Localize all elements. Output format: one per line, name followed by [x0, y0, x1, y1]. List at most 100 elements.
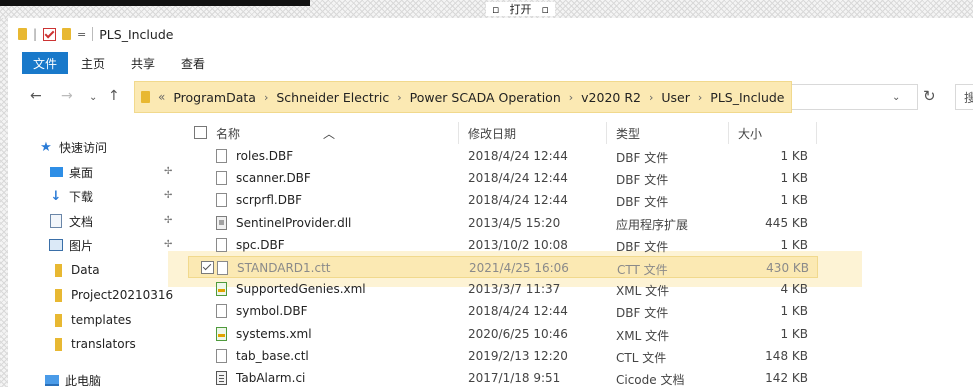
file-row[interactable]: scanner.DBF 2018/4/24 12:44 DBF 文件 1 KB — [188, 167, 818, 189]
column-header-type[interactable]: 类型 — [616, 125, 640, 142]
file-row[interactable]: roles.DBF 2018/4/24 12:44 DBF 文件 1 KB — [188, 145, 818, 167]
column-divider[interactable] — [458, 122, 459, 144]
tab-home[interactable]: 主页 — [68, 52, 118, 74]
tab-share[interactable]: 共享 — [118, 52, 168, 74]
chevron-right-icon[interactable]: › — [649, 91, 653, 104]
file-icon — [216, 193, 227, 208]
ribbon-tabs: 文件 主页 共享 查看 — [8, 52, 973, 74]
tab-file[interactable]: 文件 — [22, 52, 69, 74]
file-row[interactable]: symbol.DBF 2018/4/24 12:44 DBF 文件 1 KB — [188, 300, 818, 322]
file-date: 2018/4/24 12:44 — [468, 304, 568, 319]
up-arrow-icon[interactable]: ↑ — [108, 88, 120, 104]
sidebar-item-label: Data — [71, 263, 100, 277]
file-type: 应用程序扩展 — [616, 217, 689, 232]
menu-icon[interactable]: ▫ — [541, 3, 548, 16]
search-box[interactable]: 搜 — [955, 84, 973, 110]
file-row[interactable]: STANDARD1.ctt 2021/4/25 16:06 CTT 文件 430 KB — [188, 256, 818, 278]
file-row[interactable]: SupportedGenies.xml 2013/3/7 11:37 XML 文件 4… — [188, 278, 818, 300]
sidebar-item-label: templates — [71, 313, 132, 327]
column-header-date[interactable]: 修改日期 — [468, 125, 516, 142]
star-icon: ★ — [40, 139, 52, 155]
dll-icon — [216, 215, 227, 230]
pin-icon[interactable]: ✢ — [164, 239, 172, 250]
file-date: 2018/4/24 12:44 — [468, 149, 568, 163]
column-divider[interactable] — [816, 122, 817, 144]
address-dropdown-icon[interactable]: ⌄ — [892, 92, 900, 103]
column-divider[interactable] — [606, 122, 607, 144]
navigation-pane: ★ 快速访问 桌面 ✢ ↓ 下载 ✢ 文档 ✢ 图片 ✢ Data Projec… — [8, 130, 188, 388]
file-row[interactable]: SentinelProvider.dll 2013/4/5 15:20 应用程序扩展… — [188, 212, 818, 234]
back-arrow-icon[interactable]: ← — [30, 88, 42, 104]
crumb-schneider-electric[interactable]: Schneider Electric — [276, 90, 389, 105]
file-row[interactable]: TabAlarm.ci 2017/1/18 9:51 Cicode 文档 142 KB — [188, 367, 818, 389]
file-type: DBF 文件 — [616, 195, 669, 210]
chevron-right-icon[interactable]: › — [397, 91, 401, 104]
title-divider — [92, 27, 94, 41]
folder-icon — [54, 263, 62, 277]
quick-access-dropdown-icon[interactable]: = — [77, 28, 86, 41]
file-type: CTL 文件 — [616, 350, 667, 365]
file-date: 2017/1/18 9:51 — [468, 371, 561, 385]
restore-icon[interactable]: ▫ — [492, 3, 499, 16]
xml-icon — [216, 282, 227, 297]
file-name: roles.DBF — [236, 149, 294, 163]
file-row[interactable]: systems.xml 2020/6/25 10:46 XML 文件 1 KB — [188, 323, 818, 345]
file-row[interactable]: tab_base.ctl 2019/2/13 12:20 CTL 文件 148 KB — [188, 345, 818, 367]
new-folder-icon[interactable] — [62, 28, 72, 40]
chevron-right-icon[interactable]: › — [698, 91, 702, 104]
file-name: scanner.DBF — [236, 171, 311, 186]
xml-icon — [216, 326, 227, 341]
navigation-row: ← → ⌄ ↑ « ProgramData › Schneider Electr… — [8, 76, 973, 118]
file-type: XML 文件 — [616, 328, 670, 343]
crumb-pls-include[interactable]: PLS_Include — [710, 90, 784, 105]
chevron-right-icon[interactable]: › — [569, 91, 573, 104]
column-divider[interactable] — [728, 122, 729, 144]
pin-icon[interactable]: ✢ — [164, 215, 172, 226]
file-name: scrprfl.DBF — [236, 193, 303, 208]
address-bar[interactable]: « ProgramData › Schneider Electric › Pow… — [134, 81, 792, 113]
crumb-programdata[interactable]: ProgramData — [173, 90, 256, 105]
file-icon — [217, 261, 228, 275]
open-label[interactable]: 打开 — [509, 1, 531, 17]
file-size: 142 KB — [765, 371, 808, 385]
file-type: DBF 文件 — [616, 306, 669, 321]
forward-arrow-icon[interactable]: → — [61, 88, 73, 104]
select-all-checkbox[interactable] — [194, 126, 207, 139]
file-size: 148 KB — [765, 348, 808, 363]
pin-icon[interactable]: ✢ — [164, 166, 172, 177]
sidebar-item-label: 图片 — [69, 238, 94, 253]
file-name: SentinelProvider.dll — [236, 215, 352, 230]
file-size: 430 KB — [766, 261, 809, 275]
window-title: PLS_Include — [99, 26, 174, 42]
file-name: SupportedGenies.xml — [236, 282, 366, 297]
file-date: 2013/10/2 10:08 — [468, 237, 568, 252]
folder-icon — [54, 288, 62, 302]
tab-view[interactable]: 查看 — [168, 52, 218, 74]
row-checkbox[interactable] — [201, 261, 214, 274]
file-icon — [216, 171, 227, 186]
file-name: symbol.DBF — [236, 304, 308, 319]
file-date: 2018/4/24 12:44 — [468, 171, 568, 186]
file-row[interactable]: spc.DBF 2013/10/2 10:08 DBF 文件 1 KB — [188, 234, 818, 256]
sidebar-item-label: 文档 — [69, 214, 94, 229]
properties-checkbox-icon[interactable] — [43, 27, 57, 41]
cicode-icon — [216, 371, 227, 385]
file-row[interactable]: scrprfl.DBF 2018/4/24 12:44 DBF 文件 1 KB — [188, 189, 818, 211]
sidebar-item-label: Project20210316 — [71, 288, 174, 302]
chevron-right-icon[interactable]: › — [264, 91, 268, 104]
file-size: 4 KB — [780, 282, 808, 297]
crumb-power-scada[interactable]: Power SCADA Operation — [410, 90, 561, 105]
file-icon — [216, 149, 227, 163]
refresh-icon[interactable]: ↻ — [923, 87, 936, 105]
column-header-size[interactable]: 大小 — [738, 125, 762, 142]
sort-caret-icon: ︿ — [323, 127, 336, 141]
crumb-user[interactable]: User — [661, 90, 690, 105]
pin-icon[interactable]: ✢ — [164, 190, 172, 201]
address-overflow[interactable]: « — [158, 90, 165, 104]
file-date: 2019/2/13 12:20 — [468, 348, 568, 363]
file-size: 1 KB — [780, 237, 808, 252]
column-header-name[interactable]: 名称 — [216, 125, 240, 142]
crumb-version[interactable]: v2020 R2 — [581, 90, 641, 105]
recent-dropdown-icon[interactable]: ⌄ — [89, 92, 97, 103]
file-size: 1 KB — [780, 149, 808, 163]
